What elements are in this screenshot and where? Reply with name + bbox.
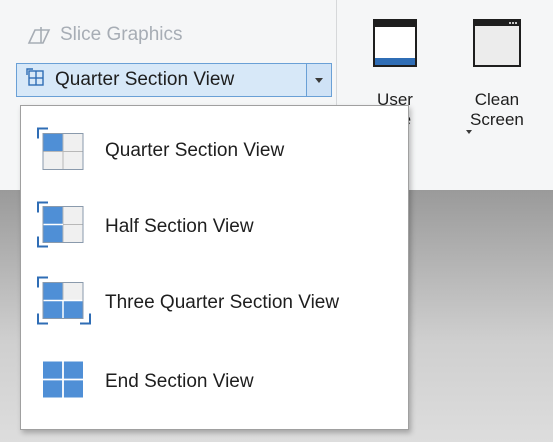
- menu-item-label: Three Quarter Section View: [105, 292, 340, 313]
- chevron-down-icon: [315, 77, 323, 83]
- three-quarter-section-icon: [35, 275, 93, 332]
- user-interface-dropdown-icon[interactable]: [466, 130, 472, 134]
- menu-item-label: Quarter Section View: [105, 140, 285, 161]
- menu-item-half-section[interactable]: Half Section View: [21, 189, 408, 265]
- slice-graphics-button[interactable]: Slice Graphics: [26, 20, 183, 50]
- quarter-section-small-icon: [25, 67, 45, 93]
- clean-screen-button[interactable]: Clean Screen: [470, 18, 524, 130]
- clean-screen-label-1: Clean: [474, 90, 520, 109]
- slice-graphics-icon: [26, 24, 52, 46]
- user-interface-icon: [373, 19, 417, 67]
- clean-screen-label-2: Screen: [470, 110, 524, 129]
- section-view-dropdown-menu: Quarter Section View Half Section View T…: [20, 105, 409, 430]
- slice-graphics-label: Slice Graphics: [60, 24, 183, 45]
- half-section-icon: [35, 200, 85, 255]
- quarter-section-icon: [35, 126, 85, 177]
- menu-item-end-section[interactable]: End Section View: [21, 344, 408, 420]
- section-view-label: Quarter Section View: [55, 69, 235, 90]
- menu-item-label: Half Section View: [105, 216, 254, 237]
- menu-item-label: End Section View: [105, 371, 254, 392]
- menu-item-quarter-section[interactable]: Quarter Section View: [21, 113, 408, 189]
- section-view-main[interactable]: Quarter Section View: [17, 64, 306, 96]
- section-view-split-button[interactable]: Quarter Section View: [16, 63, 332, 97]
- end-section-icon: [35, 358, 85, 407]
- menu-item-three-quarter-section[interactable]: Three Quarter Section View: [21, 265, 408, 341]
- section-view-dropdown-arrow[interactable]: [306, 64, 331, 96]
- clean-screen-icon: [472, 19, 521, 67]
